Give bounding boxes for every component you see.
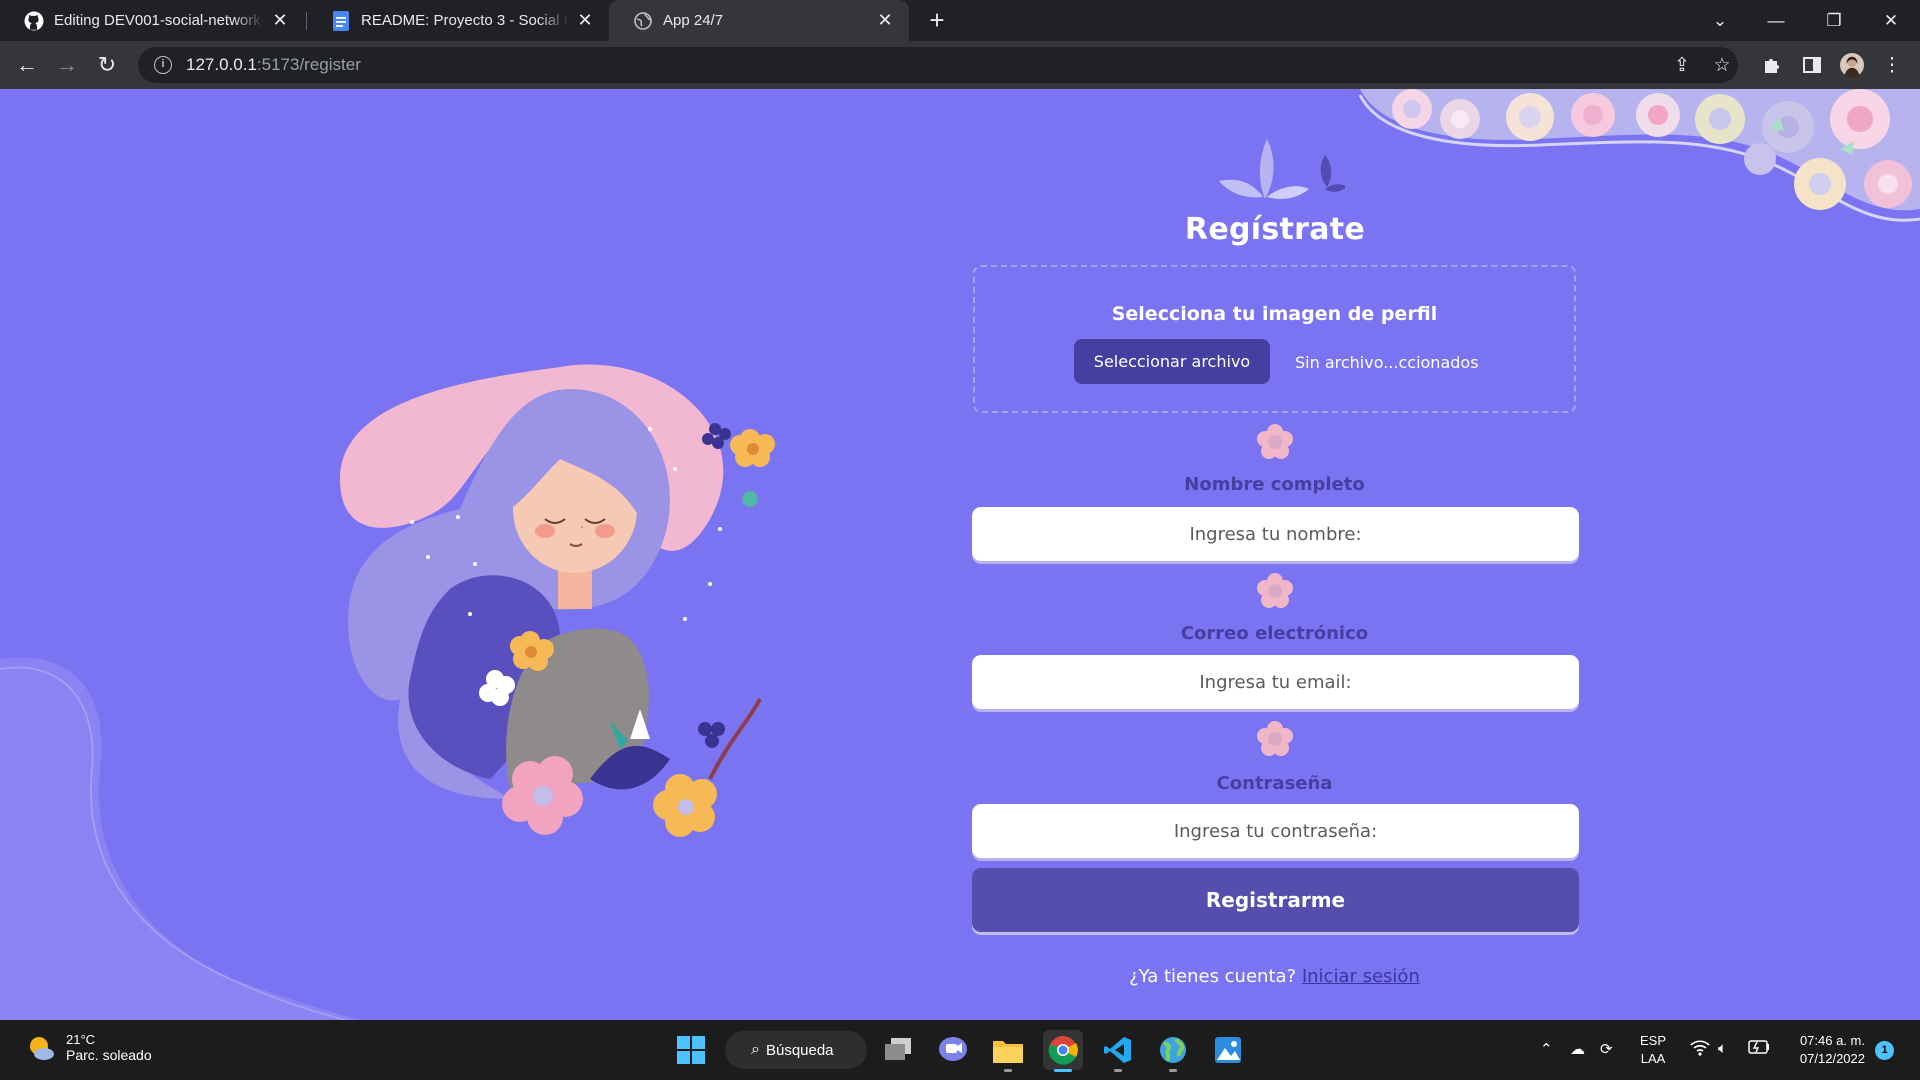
back-icon[interactable]: ← (11, 49, 43, 81)
tab-search-chevron-icon[interactable]: ⌄ (1692, 0, 1748, 41)
share-icon[interactable]: ⇪ (1670, 53, 1694, 77)
running-indicator (1114, 1069, 1122, 1072)
select-file-button[interactable]: Seleccionar archivo (1074, 339, 1270, 384)
side-panel-icon[interactable] (1800, 53, 1824, 77)
tab-title: Editing DEV001-social-network-2 (54, 12, 264, 29)
volume-icon[interactable]: 🔈︎ (1718, 1040, 1727, 1057)
url-path: :5173/register (256, 55, 361, 74)
page-title: Regístrate (1184, 212, 1366, 247)
file-explorer-icon[interactable] (988, 1030, 1028, 1072)
browser-toolbar: ← → ↻ i 127.0.0.1:5173/register ⇪ ☆ ⋮ (0, 41, 1920, 89)
reload-icon[interactable]: ↻ (91, 49, 123, 81)
running-indicator (1004, 1069, 1012, 1072)
onedrive-cloud-icon[interactable]: ☁ (1570, 1040, 1585, 1058)
wifi-icon[interactable] (1690, 1040, 1710, 1060)
profile-image-upload: Selecciona tu imagen de perfil Seleccion… (973, 265, 1576, 413)
profile-avatar[interactable] (1840, 53, 1864, 77)
chrome-icon[interactable] (1043, 1030, 1083, 1072)
windows-start-icon[interactable] (671, 1030, 711, 1070)
active-indicator (1054, 1069, 1072, 1072)
close-window-icon[interactable]: ✕ (1863, 0, 1919, 41)
weather-desc: Parc. soleado (66, 1047, 152, 1063)
new-tab-button[interactable]: + (922, 6, 952, 36)
sync-icon[interactable]: ⟳ (1600, 1040, 1613, 1058)
url-host: 127.0.0.1 (186, 55, 257, 74)
close-tab-icon[interactable]: ✕ (875, 10, 895, 31)
site-info-icon[interactable]: i (154, 56, 172, 74)
login-link[interactable]: Iniciar sesión (1302, 966, 1420, 987)
extensions-puzzle-icon[interactable] (1760, 53, 1784, 77)
register-header: Regístrate (1090, 137, 1460, 247)
tab-readme[interactable]: README: Proyecto 3 - Social Net ✕ (307, 0, 609, 41)
search-label: Búsqueda (765, 1041, 834, 1059)
photos-icon[interactable] (1208, 1030, 1248, 1070)
register-button[interactable]: Registrarme (972, 868, 1579, 932)
lang-layout: LAA (1640, 1051, 1666, 1066)
login-prompt: ¿Ya tienes cuenta? Iniciar sesión (973, 966, 1576, 987)
battery-icon[interactable] (1748, 1040, 1770, 1058)
girl-with-flowers-illustration (340, 364, 775, 837)
password-input[interactable] (972, 804, 1579, 858)
task-view-icon[interactable] (879, 1030, 919, 1070)
tab-title: App 24/7 (663, 12, 724, 29)
close-tab-icon[interactable]: ✕ (575, 10, 595, 31)
minimize-icon[interactable]: — (1748, 0, 1804, 41)
password-label: Contraseña (1216, 773, 1333, 794)
globe-icon (633, 11, 653, 31)
clock-time: 07:46 a. m. (1799, 1033, 1865, 1048)
close-tab-icon[interactable]: ✕ (270, 10, 290, 31)
flower-icon (1257, 573, 1293, 608)
github-icon (24, 11, 44, 31)
lang-code: ESP (1640, 1033, 1667, 1048)
email-input[interactable] (972, 655, 1579, 709)
vscode-icon[interactable] (1098, 1030, 1138, 1072)
show-hidden-icons-chevron-icon[interactable]: ⌃ (1540, 1040, 1553, 1058)
teams-chat-icon[interactable] (933, 1030, 973, 1070)
file-status: Sin archivo...ccionados (1295, 353, 1479, 372)
restore-icon[interactable]: ❐ (1806, 0, 1862, 41)
clock[interactable]: 07:46 a. m. 07/12/2022 (1785, 1032, 1865, 1068)
upload-title: Selecciona tu imagen de perfil (1111, 303, 1438, 325)
name-label: Nombre completo (1184, 474, 1365, 495)
notification-badge[interactable]: 1 (1875, 1041, 1894, 1060)
name-input[interactable] (972, 507, 1579, 561)
browser-tabbar: Editing DEV001-social-network-2 ✕ README… (0, 0, 1920, 41)
browser-menu-icon[interactable]: ⋮ (1880, 53, 1904, 77)
flower-icon (1257, 424, 1293, 459)
weather-temp: 21°C (66, 1032, 96, 1047)
search-icon: ⌕ (751, 1041, 760, 1058)
google-docs-icon (331, 10, 351, 31)
earth-app-icon[interactable] (1153, 1030, 1193, 1072)
email-label: Correo electrónico (1180, 623, 1369, 644)
leaf-logo-icon (1219, 139, 1347, 199)
sun-cloud-icon (30, 1036, 54, 1060)
clock-date: 07/12/2022 (1799, 1051, 1865, 1066)
register-page: Regístrate Selecciona tu imagen de perfi… (0, 89, 1920, 1020)
tab-app-24-7[interactable]: App 24/7 ✕ (609, 0, 909, 41)
windows-taskbar: 21°C Parc. soleado ⌕ Búsqueda ⌃ ☁ ⟳ ESP … (0, 1020, 1920, 1080)
forward-icon[interactable]: → (51, 49, 83, 81)
login-prompt-text: ¿Ya tienes cuenta? (1129, 966, 1297, 987)
taskbar-search[interactable]: ⌕ Búsqueda (725, 1031, 867, 1069)
tab-title: README: Proyecto 3 - Social Net (361, 12, 569, 29)
input-language[interactable]: ESP LAA (1640, 1032, 1666, 1068)
address-bar[interactable]: i 127.0.0.1:5173/register (138, 47, 1738, 83)
flower-icon (1257, 721, 1293, 756)
weather-widget[interactable]: 21°C Parc. soleado (26, 1032, 152, 1063)
running-indicator (1169, 1069, 1177, 1072)
tab-editing-dev001[interactable]: Editing DEV001-social-network-2 ✕ (0, 0, 304, 41)
bookmark-star-icon[interactable]: ☆ (1710, 53, 1734, 77)
